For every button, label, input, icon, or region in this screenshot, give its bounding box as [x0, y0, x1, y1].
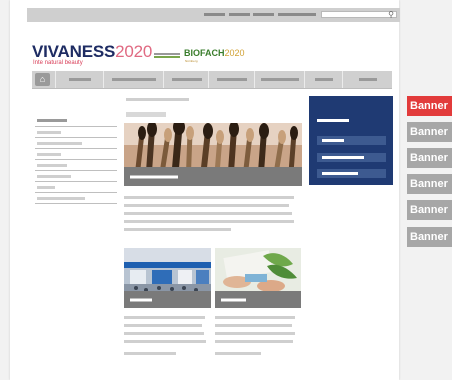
teaser-text: [124, 324, 202, 327]
sidebar-item[interactable]: [37, 153, 61, 156]
teaser-text: [124, 228, 231, 231]
nav-item[interactable]: [254, 71, 305, 88]
teaser-text: [124, 340, 206, 343]
banner-4[interactable]: Banner: [407, 174, 452, 194]
sidebar-divider: [35, 181, 117, 182]
brand-name: VIVANESS: [32, 42, 116, 61]
plants-caption[interactable]: [215, 291, 301, 308]
teaser-text: [124, 316, 205, 319]
nav-item[interactable]: [304, 71, 343, 88]
sidebar-item[interactable]: [37, 186, 55, 189]
sidebar-item[interactable]: [37, 197, 85, 200]
sidebar-divider: [35, 148, 117, 149]
quick-link[interactable]: [317, 136, 386, 145]
search-icon[interactable]: ⚲: [388, 10, 394, 20]
teaser-text: [124, 352, 176, 355]
search-input[interactable]: ⚲: [321, 10, 397, 20]
partner-divider: [154, 53, 180, 55]
utility-link[interactable]: [204, 13, 225, 16]
nav-item[interactable]: [103, 71, 164, 88]
banner-2[interactable]: Banner: [407, 122, 452, 142]
teaser-text: [124, 332, 204, 335]
partner-sub: Nürnberg: [185, 59, 198, 63]
utility-link[interactable]: [229, 13, 250, 16]
teaser-text: [215, 316, 295, 319]
teaser-text: [124, 212, 292, 215]
teaser-text: [215, 332, 295, 335]
teaser-text: [215, 340, 293, 343]
quick-links-title: [317, 119, 349, 122]
nav-item[interactable]: [163, 71, 209, 88]
banner-6[interactable]: Banner: [407, 227, 452, 247]
teaser-text: [124, 220, 294, 223]
partner-logo[interactable]: BIOFACH2020: [184, 48, 245, 58]
teaser-text: [124, 204, 289, 207]
teaser-text: [215, 324, 292, 327]
sidebar-item[interactable]: [37, 142, 82, 145]
sidebar-divider: [35, 203, 117, 204]
quick-links-box: [309, 96, 393, 185]
sidebar-item[interactable]: [37, 131, 61, 134]
quick-link[interactable]: [317, 153, 386, 162]
partner-divider-accent: [154, 56, 180, 58]
banner-3[interactable]: Banner: [407, 148, 452, 168]
main-nav: ⌂: [32, 71, 392, 89]
brand-logo[interactable]: VIVANESS2020: [32, 42, 152, 62]
home-icon[interactable]: ⌂: [35, 73, 50, 86]
hall-caption[interactable]: [124, 291, 211, 308]
utility-link[interactable]: [253, 13, 274, 16]
sidebar-divider: [35, 170, 117, 171]
breadcrumb[interactable]: [126, 98, 189, 101]
sidebar-divider: [35, 159, 117, 160]
sidebar-heading: [37, 119, 67, 122]
quick-link[interactable]: [317, 169, 386, 178]
nav-item[interactable]: [208, 71, 255, 88]
nav-item[interactable]: [342, 71, 393, 88]
partner-year: 2020: [224, 48, 245, 58]
brand-year: 2020: [115, 42, 153, 61]
sidebar-item[interactable]: [37, 175, 71, 178]
banner-1[interactable]: Banner: [407, 96, 452, 116]
page-title: [126, 112, 166, 117]
sidebar-item[interactable]: [37, 164, 67, 167]
utility-bar: ⚲: [27, 8, 400, 22]
teaser-text: [124, 196, 294, 199]
partner-name: BIOFACH: [184, 48, 225, 58]
brand-tagline: Inte natural beauty: [33, 60, 83, 66]
teaser-text: [215, 352, 261, 355]
banner-5[interactable]: Banner: [407, 200, 452, 220]
utility-link[interactable]: [278, 13, 316, 16]
sidebar-divider: [35, 126, 117, 127]
sidebar-divider: [35, 137, 117, 138]
nav-item[interactable]: [55, 71, 104, 88]
hero-caption[interactable]: [124, 167, 302, 186]
sidebar-divider: [35, 192, 117, 193]
